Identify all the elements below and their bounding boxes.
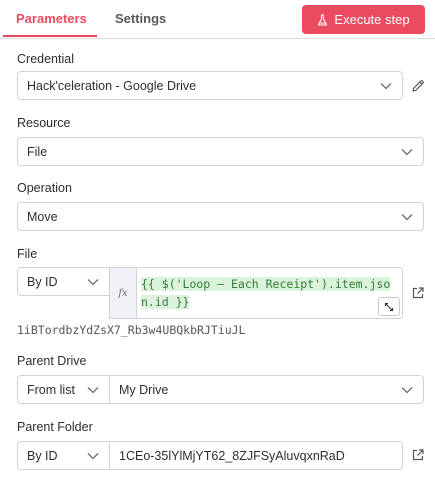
external-link-icon[interactable] (411, 286, 425, 300)
tab-settings[interactable]: Settings (115, 11, 166, 26)
fx-badge: fx (110, 268, 137, 318)
chevron-down-icon (401, 148, 413, 155)
tab-parameters[interactable]: Parameters (16, 11, 87, 26)
operation-label: Operation (17, 181, 72, 195)
resource-value: File (27, 144, 48, 159)
parent-folder-mode-select[interactable]: By ID (17, 441, 110, 470)
pencil-icon[interactable] (411, 79, 425, 93)
parent-folder-label: Parent Folder (17, 420, 93, 434)
credential-value: Hack'celeration - Google Drive (27, 78, 197, 93)
expression-line-2: n.id }} (141, 295, 190, 309)
external-link-icon[interactable] (411, 448, 425, 462)
expand-icon (384, 302, 394, 311)
chevron-down-icon (401, 213, 413, 220)
parent-folder-mode-value: By ID (27, 448, 58, 463)
chevron-down-icon (87, 452, 99, 459)
resource-select[interactable]: File (17, 137, 424, 166)
expand-expression-button[interactable] (378, 297, 400, 316)
parent-folder-input[interactable]: 1CEo-35lYlMjYT62_8ZJFSyAluvqxnRaD (109, 441, 403, 470)
chevron-down-icon (87, 386, 99, 393)
operation-value: Move (27, 209, 58, 224)
chevron-down-icon (380, 82, 392, 89)
resolved-file-id: 1iBTordbzYdZsX7_Rb3w4UBQkbRJTiuJL (17, 323, 246, 337)
expression-line-1: {{ $('Loop – Each Receipt').item.jso (141, 277, 391, 291)
file-expression[interactable]: {{ $('Loop – Each Receipt').item.jso n.i… (141, 275, 399, 311)
parent-drive-label: Parent Drive (17, 354, 87, 368)
credential-select[interactable]: Hack'celeration - Google Drive (17, 71, 403, 100)
parent-drive-value: My Drive (119, 382, 169, 397)
file-mode-select[interactable]: By ID (17, 267, 110, 296)
flask-icon (318, 13, 328, 26)
credential-label: Credential (17, 52, 74, 66)
parent-folder-value: 1CEo-35lYlMjYT62_8ZJFSyAluvqxnRaD (119, 448, 345, 463)
file-expression-editor[interactable]: fx {{ $('Loop – Each Receipt').item.jso … (109, 267, 403, 319)
parent-drive-select[interactable]: My Drive (109, 375, 424, 404)
file-mode-value: By ID (27, 274, 58, 289)
parent-drive-mode-value: From list (27, 382, 75, 397)
chevron-down-icon (401, 386, 413, 393)
parent-drive-mode-select[interactable]: From list (17, 375, 110, 404)
resource-label: Resource (17, 116, 71, 130)
node-tabs: Parameters Settings Execute step (0, 0, 435, 39)
active-tab-indicator (3, 35, 97, 37)
execute-step-button[interactable]: Execute step (302, 5, 425, 34)
chevron-down-icon (87, 278, 99, 285)
file-label: File (17, 247, 38, 261)
operation-select[interactable]: Move (17, 202, 424, 231)
execute-step-label: Execute step (334, 12, 410, 27)
